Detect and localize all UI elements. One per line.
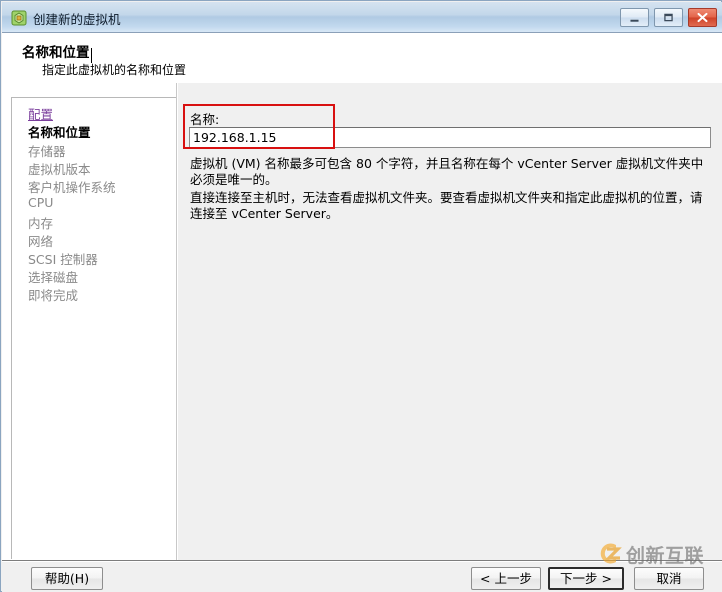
sidebar-item-storage: 存储器	[28, 144, 66, 159]
vm-name-input[interactable]	[189, 127, 711, 148]
sidebar-item-scsi-controller: SCSI 控制器	[28, 252, 98, 267]
wizard-body: 配置 名称和位置 存储器 虚拟机版本 客户机操作系统 CPU 内存 网络 SCS…	[2, 83, 722, 560]
maximize-button[interactable]	[654, 8, 683, 27]
text-caret	[91, 48, 92, 63]
panel-divider	[176, 83, 177, 560]
sidebar-item-configuration[interactable]: 配置	[28, 104, 53, 123]
title-bar[interactable]: 创建新的虚拟机	[2, 2, 722, 33]
cancel-button[interactable]: 取消	[634, 567, 704, 590]
sidebar-item-name-location[interactable]: 名称和位置	[28, 122, 91, 141]
name-field-label: 名称:	[190, 112, 220, 127]
back-button[interactable]: < 上一步	[471, 567, 541, 590]
sidebar-item-select-disk: 选择磁盘	[28, 270, 79, 285]
sidebar-item-vm-version: 虚拟机版本	[28, 162, 91, 177]
sidebar-item-network: 网络	[28, 234, 54, 249]
page-title: 名称和位置	[22, 45, 90, 61]
page-subtitle: 指定此虚拟机的名称和位置	[42, 63, 187, 77]
vm-app-icon	[11, 10, 27, 26]
name-rules-text: 虚拟机 (VM) 名称最多可包含 80 个字符，并且名称在每个 vCenter …	[190, 156, 704, 187]
window-title: 创建新的虚拟机	[33, 12, 121, 27]
folder-info-text: 直接连接至主机时，无法查看虚拟机文件夹。要查看虚拟机文件夹和指定此虚拟机的位置，…	[190, 190, 703, 221]
sidebar-item-memory: 内存	[28, 216, 54, 231]
wizard-footer: 帮助(H) < 上一步 下一步 > 取消	[2, 562, 722, 592]
next-button[interactable]: 下一步 >	[548, 567, 624, 590]
sidebar-item-cpu: CPU	[28, 195, 54, 210]
wizard-header: 名称和位置 指定此虚拟机的名称和位置	[2, 33, 722, 83]
close-button[interactable]	[688, 8, 717, 27]
wizard-step-list: 配置 名称和位置 存储器 虚拟机版本 客户机操作系统 CPU 内存 网络 SCS…	[11, 97, 177, 559]
sidebar-item-guest-os: 客户机操作系统	[28, 180, 116, 195]
create-vm-wizard-window: 创建新的虚拟机 名称和位置 指定此虚拟机的名称和位置 配置 名称和位置 存储器 …	[0, 0, 722, 592]
minimize-button[interactable]	[620, 8, 649, 27]
sidebar-item-ready-complete: 即将完成	[28, 288, 79, 303]
help-button[interactable]: 帮助(H)	[31, 567, 103, 590]
wizard-content-panel: 名称: 虚拟机 (VM) 名称最多可包含 80 个字符，并且名称在每个 vCen…	[178, 83, 722, 560]
